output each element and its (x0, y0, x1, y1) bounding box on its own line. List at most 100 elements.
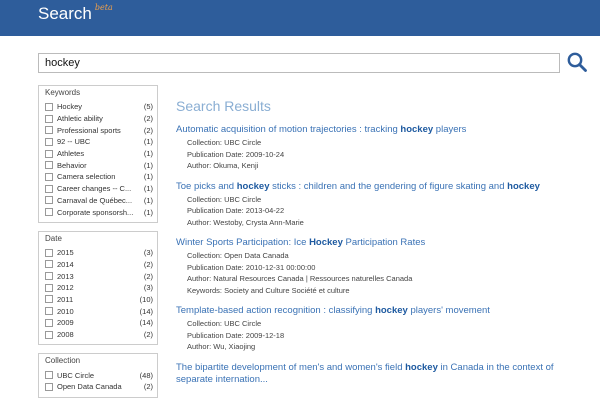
facet-checkbox[interactable] (45, 371, 53, 380)
facet-option-label: Professional sports (57, 125, 121, 135)
facet-checkbox[interactable] (45, 295, 53, 304)
result-meta-line: Publication Date: 2013-04-22 (187, 206, 285, 215)
facet-checkbox[interactable] (45, 114, 53, 123)
brand-logo[interactable]: Search beta (38, 3, 113, 24)
result-title-link[interactable]: Winter Sports Participation: Ice Hockey … (176, 237, 576, 249)
facet-option-label: 2013 (57, 271, 74, 281)
facet-checkbox[interactable] (45, 272, 53, 281)
facet-option[interactable]: 2013 (2) (43, 270, 153, 282)
title-text: Automatic acquisition of motion trajecto… (176, 124, 401, 135)
facet-option-label: 2012 (57, 283, 74, 293)
facet-checkbox[interactable] (45, 102, 53, 111)
result-meta-line: Collection: UBC Circle (187, 319, 262, 328)
facet-option[interactable]: Professional sports (2) (43, 124, 153, 136)
facet-option[interactable]: 2009 (14) (43, 317, 153, 329)
facet-option-label: 2014 (57, 259, 74, 269)
facet-option-label: Career changes -- C... (57, 184, 132, 194)
search-input[interactable]: hockey (38, 53, 560, 73)
facet-option[interactable]: Camera selection (1) (43, 171, 153, 183)
facet-checkbox[interactable] (45, 172, 53, 181)
facet-checkbox[interactable] (45, 330, 53, 339)
facet-checkbox[interactable] (45, 283, 53, 292)
facet-checkbox[interactable] (45, 208, 53, 217)
facet-option-label: 2008 (57, 330, 74, 340)
facet-option[interactable]: 92 -- UBC (1) (43, 136, 153, 148)
facet-option[interactable]: 2014 (2) (43, 259, 153, 271)
result-meta-line: Author: Westoby, Crysta Ann-Marie (187, 217, 304, 227)
facet-option-label: Athletes (57, 149, 85, 159)
search-icon[interactable] (566, 51, 588, 73)
facet-option-count: (1) (143, 149, 153, 159)
facet-option-count: (2) (143, 382, 153, 392)
result-item: Template-based action recognition : clas… (176, 305, 576, 352)
result-title-link[interactable]: Template-based action recognition : clas… (176, 305, 576, 317)
facet-option[interactable]: 2010 (14) (43, 305, 153, 317)
facet-checkbox[interactable] (45, 307, 53, 316)
facet-option[interactable]: 2008 (2) (43, 329, 153, 341)
facet-option-count: (14) (139, 318, 153, 328)
result-item: Winter Sports Participation: Ice Hockey … (176, 237, 576, 295)
result-meta-line: Author: Okuma, Kenji (187, 161, 259, 170)
facet-keywords: Keywords Hockey (5) Athletic ability (2) Prof… (38, 85, 158, 223)
highlighted-term: hockey (236, 180, 270, 192)
result-meta-line: Author: Natural Resources Canada | Resso… (187, 274, 413, 283)
title-text: players (433, 124, 467, 135)
result-meta-line: Publication Date: 2009-12-18 (187, 330, 285, 340)
result-meta-line: Collection: UBC Circle (187, 194, 262, 204)
facet-option[interactable]: Open Data Canada (2) (43, 381, 153, 393)
title-text: Participation Rates (342, 237, 426, 248)
facet-checkbox[interactable] (45, 126, 53, 135)
facet-option-count: (2) (143, 114, 153, 124)
facet-option-count: (1) (143, 172, 153, 182)
result-title-link[interactable]: The bipartite development of men's and w… (176, 362, 576, 386)
facet-option[interactable]: Athletes (1) (43, 148, 153, 160)
facet-checkbox[interactable] (45, 196, 53, 205)
facet-option[interactable]: Athletic ability (2) (43, 113, 153, 125)
facet-date: Date 2015 (3) 2014 (2) 2013 (2) 2012 (3) 2011 (10)… (38, 230, 158, 346)
facet-option[interactable]: Corporate sponsorsh... (1) (43, 206, 153, 218)
result-item: Automatic acquisition of motion trajecto… (176, 124, 576, 171)
result-item: Toe picks and hockey sticks : children a… (176, 181, 576, 228)
results-title: Search Results (176, 98, 271, 114)
facet-option[interactable]: 2011 (10) (43, 294, 153, 306)
brand-beta-tag: beta (94, 3, 113, 13)
facet-option-label: 2011 (57, 294, 74, 304)
result-meta-line: Collection: Open Data Canada (187, 251, 289, 260)
facet-checkbox[interactable] (45, 137, 53, 146)
results-list: Automatic acquisition of motion trajecto… (176, 124, 576, 386)
facet-option-count: (1) (143, 195, 153, 205)
facet-option-count: (1) (143, 137, 153, 147)
facet-checkbox[interactable] (45, 248, 53, 257)
result-title-link[interactable]: Toe picks and hockey sticks : children a… (176, 181, 576, 193)
facet-option-count: (5) (143, 102, 153, 112)
facet-checkbox[interactable] (45, 161, 53, 170)
facet-option[interactable]: 2012 (3) (43, 282, 153, 294)
facet-option-label: Behavior (57, 160, 87, 170)
facet-checkbox[interactable] (45, 318, 53, 327)
facet-sidebar: Keywords Hockey (5) Athletic ability (2) Prof… (38, 85, 158, 406)
title-text: sticks : children and the gendering of f… (269, 180, 508, 192)
facet-checkbox[interactable] (45, 149, 53, 158)
facet-checkbox[interactable] (45, 382, 53, 391)
facet-checkbox[interactable] (45, 260, 53, 269)
highlighted-term: hockey (375, 305, 408, 316)
brand-name: Search (38, 4, 92, 23)
facet-option-count: (2) (143, 259, 153, 269)
facet-option-label: 2009 (57, 318, 74, 328)
facet-option[interactable]: Hockey (5) (43, 101, 153, 113)
facet-option[interactable]: UBC Circle (48) (43, 369, 153, 381)
result-item: The bipartite development of men's and w… (176, 362, 576, 386)
facet-option[interactable]: 2015 (3) (43, 247, 153, 259)
facet-option-count: (10) (139, 294, 153, 304)
facet-option[interactable]: Behavior (1) (43, 159, 153, 171)
facet-option-count: (3) (143, 248, 153, 258)
result-title-link[interactable]: Automatic acquisition of motion trajecto… (176, 124, 576, 136)
highlighted-term: hockey (507, 180, 540, 192)
facet-option[interactable]: Carnaval de Québec... (1) (43, 195, 153, 207)
facet-option-label: Open Data Canada (57, 382, 122, 392)
facet-option-label: 92 -- UBC (57, 137, 91, 147)
facet-option[interactable]: Career changes -- C... (1) (43, 183, 153, 195)
title-text: Toe picks and (176, 180, 237, 192)
title-text: players' movement (407, 305, 490, 316)
facet-checkbox[interactable] (45, 184, 53, 193)
